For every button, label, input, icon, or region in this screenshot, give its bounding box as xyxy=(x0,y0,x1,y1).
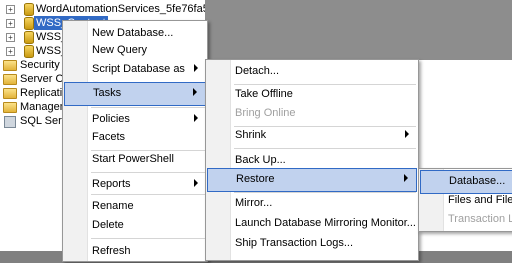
expand-icon[interactable]: + xyxy=(6,47,15,56)
database-icon xyxy=(24,17,34,30)
menu-item-label: Delete xyxy=(92,219,124,231)
menu-item-label: Take Offline xyxy=(235,88,293,100)
tree-node-label: WordAutomationServices_5fe76fa511604 xyxy=(36,3,205,15)
menu-item-transaction-log: Transaction Log xyxy=(420,209,512,231)
menu-item-delete[interactable]: Delete xyxy=(64,215,206,237)
menu-item-label: Facets xyxy=(92,131,126,143)
menu-item-refresh[interactable]: Refresh xyxy=(64,241,206,263)
database-icon xyxy=(24,3,34,16)
menu-item-script-database-as[interactable]: Script Database as xyxy=(64,59,206,81)
menu-item-label: Detach... xyxy=(235,65,280,77)
menu-item-bring-online: Bring Online xyxy=(207,103,417,125)
restore-submenu: Database... Files and Filegro Transactio… xyxy=(418,168,512,232)
menu-item-detach[interactable]: Detach... xyxy=(207,61,417,83)
menu-item-label: Restore xyxy=(236,173,275,185)
tasks-submenu: Detach... Take Offline Bring Online Shri… xyxy=(205,59,419,261)
submenu-arrow-icon xyxy=(404,174,408,182)
menu-item-label: Rename xyxy=(92,200,134,212)
menu-item-label: New Query xyxy=(92,44,148,56)
menu-item-restore[interactable]: Restore xyxy=(207,168,417,192)
menu-item-label: Files and Filegro xyxy=(448,194,512,206)
menu-item-start-powershell[interactable]: Start PowerShell xyxy=(64,149,206,171)
folder-icon xyxy=(3,88,17,99)
tree-node-label: Security xyxy=(20,59,60,71)
menu-separator xyxy=(91,107,205,108)
menu-item-label: Tasks xyxy=(93,87,122,99)
menu-item-facets[interactable]: Facets xyxy=(64,127,206,149)
folder-icon xyxy=(3,102,17,113)
submenu-arrow-icon xyxy=(194,114,198,122)
menu-item-launch-mirroring-monitor[interactable]: Launch Database Mirroring Monitor... xyxy=(207,213,417,235)
menu-item-label: Policies xyxy=(92,113,130,125)
database-icon xyxy=(24,45,34,58)
expand-icon[interactable]: + xyxy=(6,19,15,28)
document-area xyxy=(205,0,512,60)
database-icon xyxy=(24,31,34,44)
menu-item-ship-transaction-logs[interactable]: Ship Transaction Logs... xyxy=(207,233,417,255)
menu-item-tasks[interactable]: Tasks xyxy=(64,82,206,106)
menu-item-label: Ship Transaction Logs... xyxy=(235,237,354,249)
sql-agent-icon xyxy=(4,116,16,128)
menu-item-reports[interactable]: Reports xyxy=(64,174,206,196)
menu-item-label: Database... xyxy=(449,175,506,187)
menu-separator xyxy=(91,172,205,173)
submenu-arrow-icon xyxy=(193,88,197,96)
menu-item-label: Transaction Log xyxy=(448,213,512,225)
menu-item-label: Bring Online xyxy=(235,107,296,119)
menu-item-label: Launch Database Mirroring Monitor... xyxy=(235,217,416,229)
menu-item-label: Refresh xyxy=(92,245,131,257)
menu-item-label: Start PowerShell xyxy=(92,153,174,165)
expand-icon[interactable]: + xyxy=(6,33,15,42)
menu-separator xyxy=(91,194,205,195)
submenu-arrow-icon xyxy=(194,64,198,72)
expand-icon[interactable]: + xyxy=(6,5,15,14)
menu-item-mirror[interactable]: Mirror... xyxy=(207,193,417,215)
folder-icon xyxy=(3,74,17,85)
menu-item-shrink[interactable]: Shrink xyxy=(207,125,417,147)
menu-item-label: Mirror... xyxy=(235,197,273,209)
menu-separator xyxy=(234,148,416,149)
menu-item-label: Reports xyxy=(92,178,131,190)
submenu-arrow-icon xyxy=(405,130,409,138)
menu-item-label: Shrink xyxy=(235,129,267,141)
menu-item-label: New Database... xyxy=(92,27,174,39)
database-context-menu: New Database... New Query Script Databas… xyxy=(62,20,208,262)
tree-node-wordautomation[interactable]: + WordAutomationServices_5fe76fa511604 xyxy=(0,2,205,16)
submenu-arrow-icon xyxy=(194,179,198,187)
menu-separator xyxy=(91,238,205,239)
menu-item-label: Script Database as xyxy=(92,63,185,75)
folder-icon xyxy=(3,60,17,71)
menu-item-label: Back Up... xyxy=(235,154,286,166)
